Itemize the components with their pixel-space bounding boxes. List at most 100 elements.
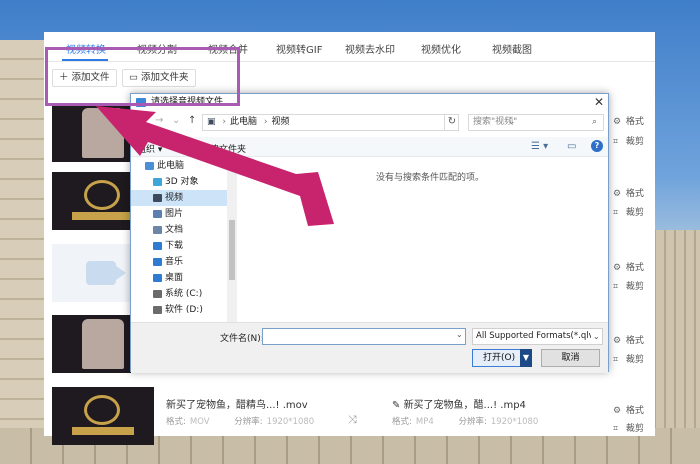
- crop-label: 裁剪: [625, 355, 644, 365]
- view-options-icon[interactable]: ☰ ▾: [531, 141, 548, 152]
- crop-icon: ⌗: [613, 424, 619, 434]
- format-meta-label: 格式:: [166, 417, 186, 427]
- chevron-right-icon: ›: [222, 117, 226, 127]
- breadcrumb-videos[interactable]: 视频: [272, 117, 290, 127]
- convert-arrow-icon: ⤨: [348, 413, 357, 426]
- format-meta-label: 格式:: [392, 417, 412, 427]
- tab-remove-watermark[interactable]: 视频去水印: [345, 41, 395, 56]
- format-meta-value: MP4: [415, 417, 434, 427]
- video-camera-icon: [86, 261, 116, 285]
- drive-icon: [153, 306, 162, 314]
- navigation-tree: 此电脑 3D 对象 视频 图片 文档 下载 音乐 桌面 系统 (C:) 软件 (…: [131, 158, 237, 322]
- tree-item-label: 软件 (D:): [165, 305, 203, 315]
- video-thumbnail: [52, 387, 154, 445]
- resolution-meta-value: 1920*1080: [266, 417, 315, 427]
- tree-item-this-pc[interactable]: 此电脑: [131, 158, 227, 174]
- crop-button[interactable]: ⌗ 裁剪: [613, 279, 644, 292]
- tree-item-drive-c[interactable]: 系统 (C:): [131, 286, 227, 302]
- search-input[interactable]: 搜索"视频" ⌕: [468, 114, 604, 131]
- close-icon[interactable]: ✕: [594, 95, 604, 109]
- help-icon[interactable]: ?: [591, 140, 603, 152]
- tree-scrollbar[interactable]: [227, 158, 237, 322]
- tree-item-label: 系统 (C:): [165, 289, 203, 299]
- breadcrumb-this-pc[interactable]: 此电脑: [230, 117, 257, 127]
- filename-input[interactable]: ⌄: [262, 328, 466, 345]
- tree-item-label: 此电脑: [157, 161, 185, 171]
- tree-item-label: 3D 对象: [165, 177, 199, 187]
- forward-icon[interactable]: →: [155, 115, 163, 126]
- output-file-name-text: 新买了宠物鱼，醋...! .mp4: [403, 400, 526, 411]
- tree-item-documents[interactable]: 文档: [131, 222, 227, 238]
- scrollbar-thumb[interactable]: [229, 220, 235, 280]
- crop-icon: ⌗: [613, 137, 619, 147]
- address-bar[interactable]: ▣ › 此电脑 › 视频 ⌄: [202, 114, 516, 131]
- cube-icon: [153, 178, 162, 186]
- computer-icon: [145, 162, 154, 170]
- annotation-highlight-box: [45, 47, 240, 106]
- tree-item-pictures[interactable]: 图片: [131, 206, 227, 222]
- tree-item-music[interactable]: 音乐: [131, 254, 227, 270]
- resolution-meta-label: 分辨率:: [234, 417, 263, 427]
- tree-item-downloads[interactable]: 下载: [131, 238, 227, 254]
- output-file-meta: 格式: MP4 分辨率: 1920*1080: [392, 415, 538, 427]
- format-label: 格式: [625, 189, 644, 199]
- tree-item-label: 桌面: [165, 273, 184, 283]
- tab-video-screenshot[interactable]: 视频截图: [492, 41, 532, 56]
- search-placeholder: 搜索"视频": [473, 117, 518, 127]
- refresh-icon[interactable]: ↻: [444, 114, 459, 131]
- organize-menu[interactable]: 组织 ▾: [137, 142, 162, 155]
- format-label: 格式: [625, 406, 644, 416]
- tree-item-label: 文档: [165, 225, 184, 235]
- gear-icon: ⚙: [613, 263, 622, 273]
- gear-icon: ⚙: [613, 406, 622, 416]
- music-icon: [153, 258, 162, 266]
- tab-video-to-gif[interactable]: 视频转GIF: [276, 41, 322, 56]
- crop-icon: ⌗: [613, 208, 619, 218]
- resolution-meta-label: 分辨率:: [458, 417, 487, 427]
- format-button[interactable]: ⚙ 格式: [613, 403, 644, 416]
- crop-label: 裁剪: [625, 208, 644, 218]
- empty-folder-message: 没有与搜索条件匹配的项。: [376, 173, 485, 183]
- resolution-meta-value: 1920*1080: [490, 417, 539, 427]
- crop-button[interactable]: ⌗ 裁剪: [613, 134, 644, 147]
- document-folder-icon: [153, 226, 162, 234]
- tree-item-label: 音乐: [165, 257, 184, 267]
- format-button[interactable]: ⚙ 格式: [613, 186, 644, 199]
- chevron-down-icon[interactable]: ⌄: [456, 330, 463, 339]
- new-folder-button[interactable]: 新建文件夹: [201, 142, 246, 155]
- tree-item-desktop[interactable]: 桌面: [131, 270, 227, 286]
- tree-item-videos[interactable]: 视频: [131, 190, 227, 206]
- format-meta-value: MOV: [189, 417, 210, 427]
- chevron-right-icon: ›: [263, 117, 268, 127]
- crop-button[interactable]: ⌗ 裁剪: [613, 352, 644, 365]
- tree-item-3d-objects[interactable]: 3D 对象: [131, 174, 227, 190]
- tab-video-optimize[interactable]: 视频优化: [421, 41, 461, 56]
- cancel-button[interactable]: 取消: [541, 349, 600, 367]
- crop-label: 裁剪: [625, 424, 644, 434]
- output-file-name: ✎ 新买了宠物鱼，醋...! .mp4: [392, 396, 526, 411]
- edit-icon[interactable]: ✎: [392, 400, 404, 411]
- format-button[interactable]: ⚙ 格式: [613, 260, 644, 273]
- filetype-select[interactable]: All Supported Formats(*.qlv; ⌄: [472, 328, 603, 345]
- crop-button[interactable]: ⌗ 裁剪: [613, 421, 644, 434]
- download-icon: [153, 242, 162, 250]
- source-file-name: 新买了宠物鱼，醋精鸟...! .mov: [166, 400, 308, 411]
- recent-locations-icon[interactable]: ⌄: [172, 115, 180, 126]
- filetype-value: All Supported Formats(*.qlv;: [476, 331, 597, 341]
- back-icon[interactable]: ←: [139, 115, 147, 126]
- filename-label: 文件名(N):: [220, 334, 264, 344]
- file-open-dialog: 请选择音视频文件 ✕ ← → ⌄ ↑ ▣ › 此电脑 › 视频 ⌄ ↻ 搜索"视频"…: [130, 93, 609, 373]
- folder-path-icon: ▣: [207, 117, 216, 127]
- format-button[interactable]: ⚙ 格式: [613, 333, 644, 346]
- open-options-dropdown[interactable]: ▼: [520, 349, 532, 367]
- crop-label: 裁剪: [625, 137, 644, 147]
- tree-item-label: 下载: [165, 241, 184, 251]
- tree-item-drive-d[interactable]: 软件 (D:): [131, 302, 227, 318]
- gear-icon: ⚙: [613, 117, 622, 127]
- format-button[interactable]: ⚙ 格式: [613, 114, 644, 127]
- preview-pane-icon[interactable]: ▭: [567, 141, 576, 152]
- format-label: 格式: [625, 263, 644, 273]
- source-file-meta: 格式: MOV 分辨率: 1920*1080: [166, 415, 314, 427]
- up-folder-icon[interactable]: ↑: [188, 115, 196, 126]
- crop-button[interactable]: ⌗ 裁剪: [613, 205, 644, 218]
